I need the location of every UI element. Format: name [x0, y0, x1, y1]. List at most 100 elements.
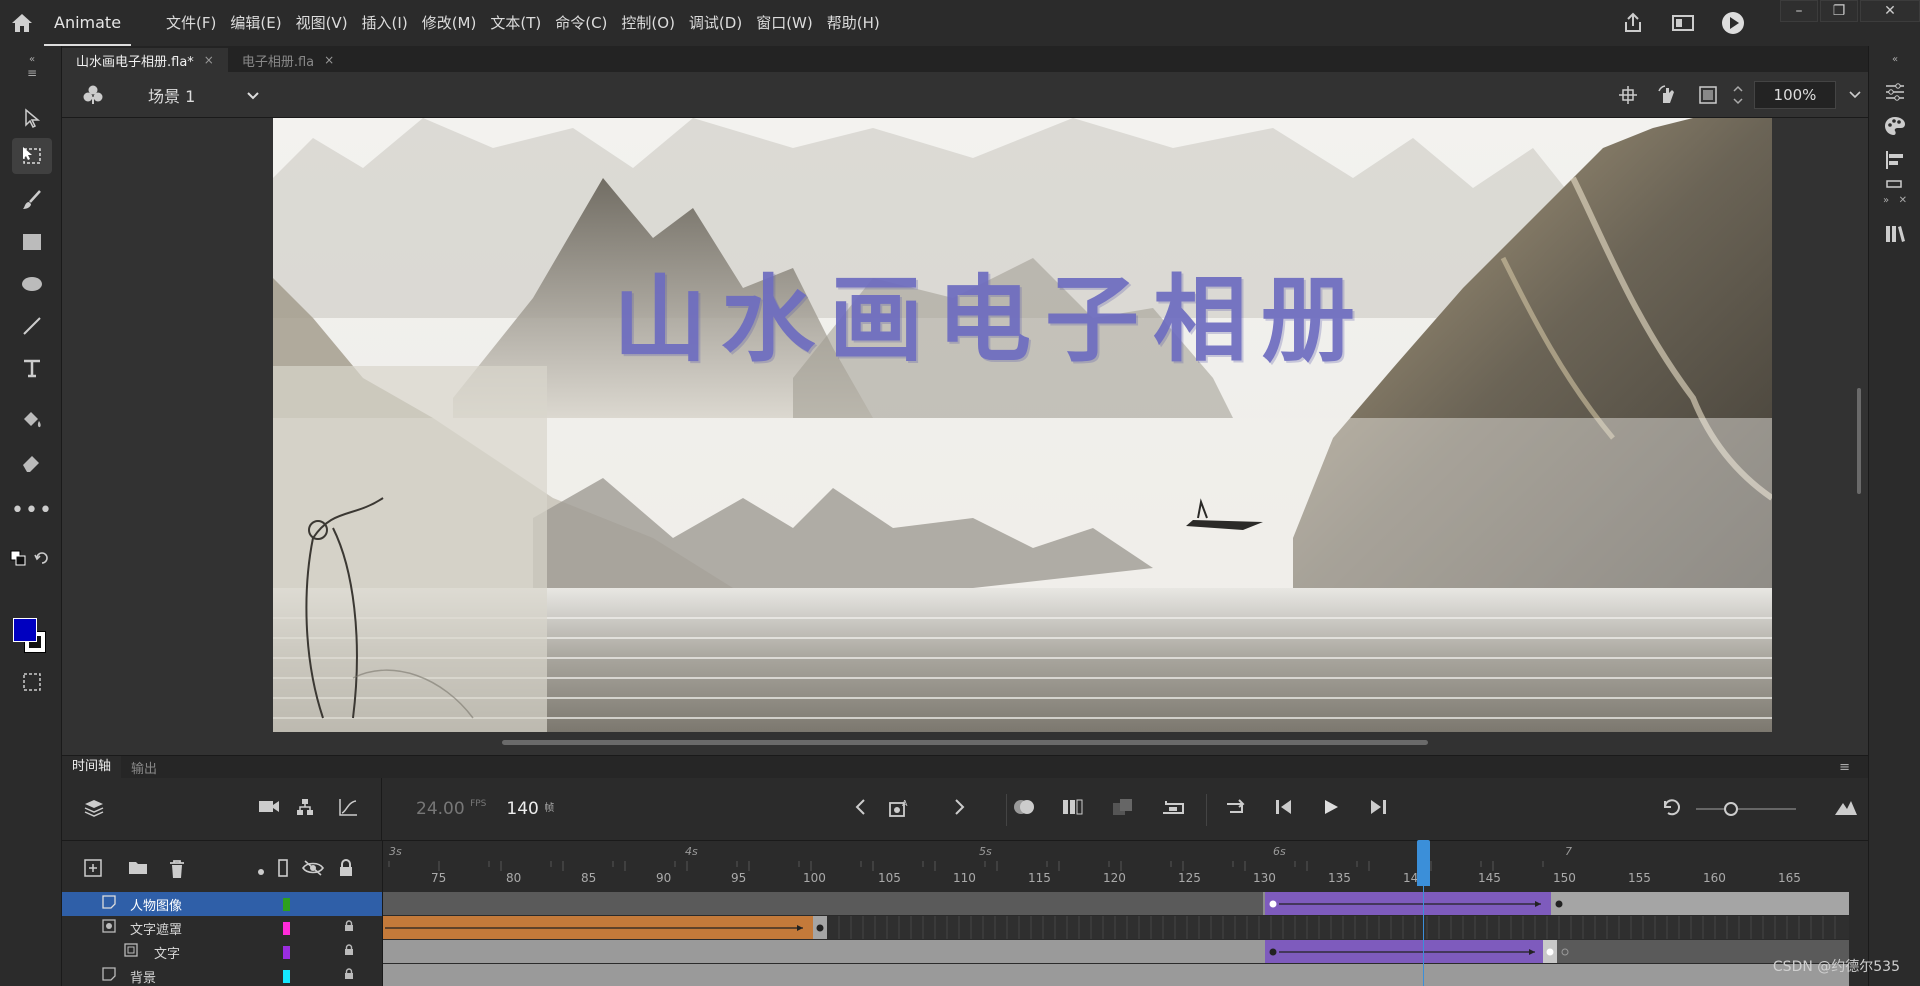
- camera-icon[interactable]: [258, 798, 280, 818]
- lock-icon[interactable]: [344, 968, 354, 984]
- free-transform-tool-icon[interactable]: [12, 138, 52, 174]
- menu-insert[interactable]: 插入(I): [355, 0, 415, 46]
- frame-zoom-slider[interactable]: [1696, 808, 1796, 810]
- visibility-icon[interactable]: [302, 859, 324, 881]
- vertical-scrollbar[interactable]: [1857, 388, 1861, 494]
- layer-color-swatch[interactable]: [283, 969, 290, 983]
- menu-file[interactable]: 文件(F): [159, 0, 223, 46]
- menu-debug[interactable]: 调试(D): [682, 0, 749, 46]
- stage-title-text[interactable]: 山水画电子相册: [613, 244, 1369, 380]
- mountain-zoom-icon[interactable]: [1834, 798, 1858, 820]
- end-keyframe[interactable]: [1543, 940, 1557, 963]
- doc-tab-active[interactable]: 山水画电子相册.fla* ×: [62, 48, 228, 72]
- default-colors-icon[interactable]: [6, 548, 30, 568]
- zoom-dropdown-icon[interactable]: [1842, 91, 1868, 99]
- dot-icon[interactable]: [258, 863, 264, 879]
- close-button[interactable]: ✕: [1860, 0, 1920, 22]
- more-tools-icon[interactable]: •••: [11, 492, 52, 528]
- swap-colors-icon[interactable]: [30, 548, 54, 568]
- delete-icon[interactable]: [168, 859, 186, 883]
- fps-display[interactable]: 24.00 FPS: [416, 799, 486, 819]
- menu-control[interactable]: 控制(O): [614, 0, 682, 46]
- edit-symbol-icon[interactable]: [62, 84, 124, 106]
- zoom-field[interactable]: 100%: [1754, 81, 1836, 109]
- frame-row-text[interactable]: [383, 940, 1849, 964]
- paint-bucket-tool-icon[interactable]: [12, 402, 52, 438]
- layer-row-text-mask[interactable]: 文字遮罩: [62, 916, 383, 940]
- rectangle-tool-icon[interactable]: [12, 224, 52, 260]
- playhead-handle[interactable]: [1417, 840, 1430, 886]
- loop-playback-icon[interactable]: [1224, 798, 1248, 820]
- play-icon[interactable]: [1322, 798, 1340, 820]
- frame-row-background[interactable]: [383, 964, 1849, 986]
- frame-row-text-mask[interactable]: [383, 916, 1849, 940]
- fill-color-swatch[interactable]: [13, 618, 37, 642]
- eraser-tool-icon[interactable]: [12, 444, 52, 480]
- tab-output[interactable]: 输出: [121, 758, 167, 777]
- brush-tool-icon[interactable]: [12, 182, 52, 218]
- scene-selector[interactable]: 场景 1: [124, 83, 259, 107]
- edit-multiple-frames-icon[interactable]: [1112, 798, 1134, 820]
- layer-parenting-icon[interactable]: [296, 798, 314, 820]
- snap-to-objects-icon[interactable]: [12, 664, 52, 700]
- center-stage-icon[interactable]: [1608, 86, 1648, 104]
- layer-row-text[interactable]: 文字: [62, 940, 383, 964]
- close-tab-icon[interactable]: ×: [324, 53, 334, 67]
- line-tool-icon[interactable]: [12, 308, 52, 344]
- home-icon[interactable]: [0, 0, 44, 46]
- step-forward-icon[interactable]: [1368, 798, 1388, 820]
- close-tab-icon[interactable]: ×: [204, 53, 214, 67]
- chevron-right-icon[interactable]: [954, 798, 966, 820]
- selection-tool-icon[interactable]: [12, 100, 52, 136]
- current-frame-display[interactable]: 140 帧: [506, 799, 554, 819]
- end-keyframe[interactable]: [813, 916, 827, 939]
- panel-menu-icon[interactable]: ≡: [12, 62, 52, 84]
- menu-window[interactable]: 窗口(W): [749, 0, 820, 46]
- onion-skin-icon[interactable]: [1012, 798, 1036, 820]
- menu-edit[interactable]: 编辑(E): [223, 0, 288, 46]
- panel-collapse-icon[interactable]: «: [1883, 52, 1907, 66]
- layer-row-people[interactable]: 人物图像: [62, 892, 383, 916]
- color-palette-icon[interactable]: [1883, 114, 1907, 138]
- lock-icon[interactable]: [344, 920, 354, 936]
- outline-toggle-icon[interactable]: [278, 859, 288, 881]
- menu-commands[interactable]: 命令(C): [548, 0, 614, 46]
- motion-tween-span[interactable]: [1265, 892, 1551, 915]
- menu-text[interactable]: 文本(T): [483, 0, 548, 46]
- workspace-icon[interactable]: [1658, 0, 1708, 46]
- menu-view[interactable]: 视图(V): [289, 0, 355, 46]
- add-keyframe-icon[interactable]: A: [888, 798, 910, 822]
- layer-color-swatch[interactable]: [283, 921, 290, 935]
- frame-ruler[interactable]: 3s 4s 5s 6s 7 75 80 85 90 95 100 105 110…: [383, 840, 1868, 892]
- undo-icon[interactable]: [1660, 798, 1682, 820]
- library-partial-icon[interactable]: [1883, 178, 1907, 190]
- frame-row-people[interactable]: [383, 892, 1849, 916]
- shape-tween-span[interactable]: [383, 916, 813, 939]
- menu-help[interactable]: 帮助(H): [820, 0, 887, 46]
- share-icon[interactable]: [1608, 0, 1658, 46]
- zoom-stepper-icon[interactable]: [1728, 84, 1748, 106]
- lock-icon[interactable]: [338, 859, 354, 881]
- lock-icon[interactable]: [344, 944, 354, 960]
- text-tool-icon[interactable]: [12, 350, 52, 386]
- doc-tab[interactable]: 电子相册.fla ×: [228, 48, 348, 72]
- slider-thumb[interactable]: [1724, 802, 1738, 816]
- properties-icon[interactable]: [1883, 80, 1907, 104]
- layers-icon[interactable]: [84, 798, 104, 822]
- test-movie-icon[interactable]: [1708, 0, 1758, 46]
- motion-tween-span[interactable]: [1265, 940, 1543, 963]
- menu-modify[interactable]: 修改(M): [415, 0, 484, 46]
- new-folder-icon[interactable]: [128, 859, 148, 879]
- panel-group-controls[interactable]: » ✕: [1873, 194, 1917, 206]
- new-layer-icon[interactable]: [84, 859, 102, 881]
- restore-button[interactable]: ❐: [1820, 0, 1858, 22]
- chevron-left-icon[interactable]: [854, 798, 866, 820]
- layer-color-swatch[interactable]: [283, 945, 290, 959]
- library-icon[interactable]: [1883, 222, 1907, 246]
- minimize-button[interactable]: –: [1780, 0, 1818, 22]
- rotate-stage-icon[interactable]: [1648, 85, 1688, 105]
- step-back-icon[interactable]: [1274, 798, 1294, 820]
- layer-row-background[interactable]: 背景: [62, 964, 383, 986]
- panel-menu-icon[interactable]: ≡: [1829, 760, 1860, 775]
- layer-color-swatch[interactable]: [283, 897, 290, 911]
